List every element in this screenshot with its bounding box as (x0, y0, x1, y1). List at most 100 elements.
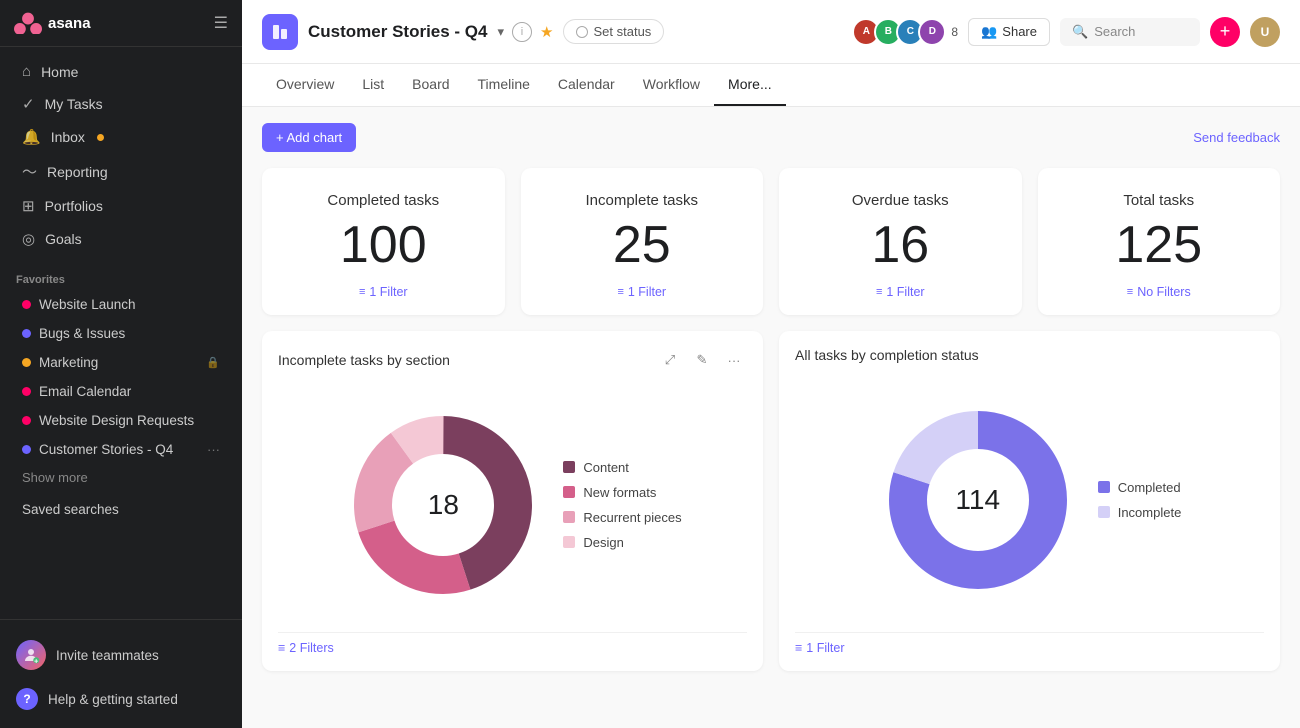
stat-filter[interactable]: ≡ 1 Filter (282, 285, 485, 299)
tab-calendar[interactable]: Calendar (544, 64, 629, 106)
portfolios-icon: ⊞ (22, 197, 35, 215)
saved-searches[interactable]: Saved searches (6, 492, 236, 521)
home-icon: ⌂ (22, 63, 31, 80)
chart2-legend: Completed Incomplete (1098, 480, 1182, 520)
avatar-count: 8 (951, 25, 958, 39)
user-avatar[interactable]: U (1250, 17, 1280, 47)
chart1-footer[interactable]: ≡ 2 Filters (278, 632, 747, 655)
fav-item-label: Website Design Requests (39, 413, 194, 428)
chart-card-incomplete-by-section: Incomplete tasks by section ⤢ ✎ ··· (262, 331, 763, 671)
tab-list[interactable]: List (348, 64, 398, 106)
fav-color-dot (22, 329, 31, 338)
fav-item-marketing[interactable]: Marketing 🔒 (6, 349, 236, 376)
fav-color-dot (22, 300, 31, 309)
asana-logo[interactable]: asana (14, 12, 91, 34)
send-feedback-link[interactable]: Send feedback (1193, 130, 1280, 145)
asana-logo-icon (14, 12, 42, 34)
fav-item-label: Customer Stories - Q4 (39, 442, 173, 457)
legend-color (1098, 506, 1110, 518)
legend-item: Content (563, 460, 681, 475)
set-status-button[interactable]: Set status (563, 19, 664, 44)
filter-icon: ≡ (617, 286, 623, 298)
more-icon: ··· (207, 442, 220, 457)
stat-filter[interactable]: ≡ 1 Filter (541, 285, 744, 299)
tab-timeline[interactable]: Timeline (464, 64, 544, 106)
add-chart-button[interactable]: + Add chart (262, 123, 356, 152)
nav-items: ⌂ Home ✓ My Tasks 🔔 Inbox 〜 Reporting ⊞ … (0, 47, 242, 264)
chevron-down-icon[interactable]: ▾ (498, 24, 505, 40)
legend-color (563, 511, 575, 523)
star-icon[interactable]: ★ (540, 23, 553, 41)
fav-item-label: Bugs & Issues (39, 326, 125, 341)
sidebar-item-label: Reporting (47, 164, 108, 180)
donut-chart-1: 18 (343, 405, 543, 605)
inbox-notification-dot (97, 134, 104, 141)
help-item[interactable]: ? Help & getting started (0, 680, 242, 718)
stat-card-number: 125 (1058, 219, 1261, 271)
info-icon[interactable]: i (512, 22, 532, 42)
bell-icon: 🔔 (22, 128, 41, 146)
menu-icon[interactable]: ☰ (214, 13, 228, 33)
share-button[interactable]: 👥 Share (968, 18, 1050, 46)
chart-header: Incomplete tasks by section ⤢ ✎ ··· (278, 347, 747, 373)
tab-board[interactable]: Board (398, 64, 463, 106)
sidebar-item-my-tasks[interactable]: ✓ My Tasks (6, 88, 236, 120)
filter-icon: ≡ (1127, 286, 1133, 298)
legend-color (563, 536, 575, 548)
invite-teammates[interactable]: + Invite teammates (0, 630, 242, 680)
sidebar-item-inbox[interactable]: 🔔 Inbox (6, 121, 236, 153)
filter-icon: ≡ (359, 286, 365, 298)
expand-icon[interactable]: ⤢ (657, 347, 683, 373)
sidebar-item-goals[interactable]: ◎ Goals (6, 223, 236, 255)
stat-filter[interactable]: ≡ No Filters (1058, 285, 1261, 299)
legend-item: Incomplete (1098, 505, 1182, 520)
tab-workflow[interactable]: Workflow (629, 64, 714, 106)
fav-item-label: Email Calendar (39, 384, 131, 399)
more-options-icon[interactable]: ··· (721, 347, 747, 373)
chart2-footer[interactable]: ≡ 1 Filter (795, 632, 1264, 655)
chart-header: All tasks by completion status (795, 347, 1264, 363)
stats-row: Completed tasks 100 ≡ 1 Filter Incomplet… (262, 168, 1280, 315)
fav-item-website-launch[interactable]: Website Launch (6, 291, 236, 318)
topbar-left: Customer Stories - Q4 ▾ i ★ Set status (262, 14, 664, 50)
stat-card-title: Completed tasks (282, 192, 485, 209)
tab-overview[interactable]: Overview (262, 64, 348, 106)
stat-filter[interactable]: ≡ 1 Filter (799, 285, 1002, 299)
filter-icon: ≡ (876, 286, 882, 298)
show-more-link[interactable]: Show more (6, 465, 236, 490)
fav-item-label: Marketing (39, 355, 98, 370)
search-bar[interactable]: 🔍 Search (1060, 18, 1200, 46)
avatar: D (918, 18, 946, 46)
asana-wordmark: asana (48, 15, 91, 32)
fav-item-website-design[interactable]: Website Design Requests (6, 407, 236, 434)
help-circle-icon: ? (16, 688, 38, 710)
sidebar-item-label: Goals (45, 231, 82, 247)
sidebar-item-reporting[interactable]: 〜 Reporting (6, 154, 236, 189)
sidebar-item-portfolios[interactable]: ⊞ Portfolios (6, 190, 236, 222)
project-title: Customer Stories - Q4 (308, 22, 488, 42)
svg-text:+: + (34, 656, 39, 664)
add-button[interactable]: + (1210, 17, 1240, 47)
sidebar-item-home[interactable]: ⌂ Home (6, 56, 236, 87)
chart2-filter-label: 1 Filter (806, 641, 844, 655)
stat-card-number: 16 (799, 219, 1002, 271)
fav-item-bugs-issues[interactable]: Bugs & Issues (6, 320, 236, 347)
legend-item: Completed (1098, 480, 1182, 495)
share-icon: 👥 (981, 24, 997, 40)
fav-color-dot (22, 416, 31, 425)
legend-item: New formats (563, 485, 681, 500)
stat-card-title: Overdue tasks (799, 192, 1002, 209)
sidebar-item-label: Inbox (51, 129, 85, 145)
donut-center-value: 114 (955, 484, 1000, 516)
edit-chart-icon[interactable]: ✎ (689, 347, 715, 373)
fav-item-email-calendar[interactable]: Email Calendar (6, 378, 236, 405)
goals-icon: ◎ (22, 230, 35, 248)
chart1-legend: Content New formats Recurrent pieces (563, 460, 681, 550)
tab-more[interactable]: More... (714, 64, 786, 106)
topbar-right: A B C D 8 👥 Share 🔍 Search + U (852, 17, 1280, 47)
stat-card-completed: Completed tasks 100 ≡ 1 Filter (262, 168, 505, 315)
stat-card-overdue: Overdue tasks 16 ≡ 1 Filter (779, 168, 1022, 315)
fav-item-customer-stories[interactable]: Customer Stories - Q4 ··· (6, 436, 236, 463)
check-icon: ✓ (22, 95, 35, 113)
chart-title: All tasks by completion status (795, 347, 979, 363)
